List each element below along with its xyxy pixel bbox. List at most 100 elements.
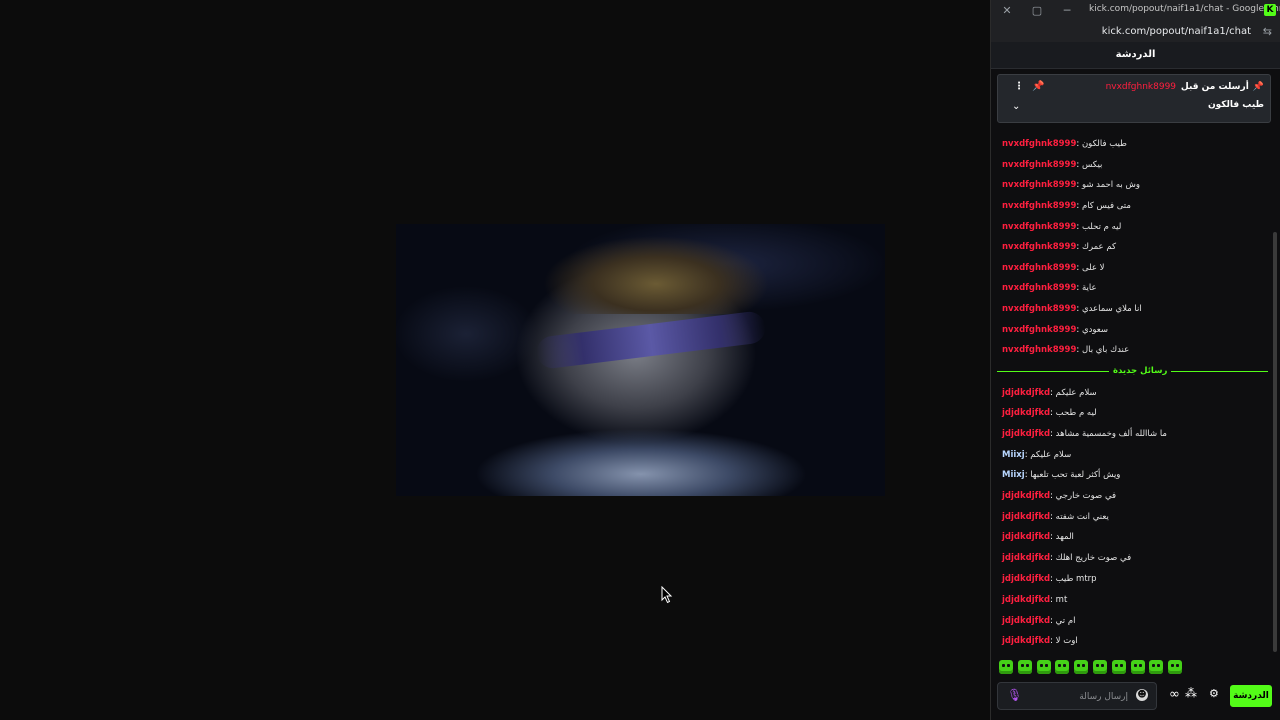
maximize-icon[interactable]: ▢ — [1029, 3, 1045, 19]
chat-message-text: ما شاالله ألف وخمسمية مشاهد — [1055, 429, 1167, 439]
emote-eye — [1077, 664, 1081, 667]
chat-username[interactable]: nvxdfghnk8999 — [1002, 345, 1076, 355]
chat-username[interactable]: nvxdfghnk8999 — [1002, 283, 1076, 293]
chat-username[interactable]: jdjdkdjfkd — [1002, 574, 1050, 584]
chat-username[interactable]: jdjdkdjfkd — [1002, 408, 1050, 418]
chat-username[interactable]: jdjdkdjfkd — [1002, 388, 1050, 398]
desktop-background — [0, 0, 990, 720]
pinned-username[interactable]: nvxdfghnk8999 — [1106, 82, 1176, 92]
emote-icon[interactable] — [1130, 660, 1145, 674]
emote-eye — [1176, 664, 1180, 667]
chat-message-text: سلام عليكم — [1030, 450, 1072, 460]
emote-eye — [1039, 664, 1043, 667]
pinned-message[interactable]: 📌أرسلت من قبل nvxdfghnk8999 طيب فالكون 📌… — [997, 74, 1271, 123]
emote-icon[interactable] — [1055, 660, 1070, 674]
message-input-box: 🎙 ☻ — [997, 682, 1157, 710]
chat-username[interactable]: nvxdfghnk8999 — [1002, 304, 1076, 314]
more-options-icon[interactable]: ⋮ — [1014, 81, 1024, 92]
chat-message: nvxdfghnk8999: وش به احمد شو — [1002, 175, 1140, 195]
chat-username[interactable]: nvxdfghnk8999 — [1002, 263, 1076, 273]
chat-message: nvxdfghnk8999: عاية — [1002, 278, 1097, 298]
artwork-hair-layer — [516, 224, 796, 314]
chat-username[interactable]: nvxdfghnk8999 — [1002, 201, 1076, 211]
emote-eye — [1101, 664, 1104, 667]
chat-message-text: اوت لا — [1055, 636, 1078, 646]
emote-eye — [1063, 664, 1067, 667]
chat-username[interactable]: nvxdfghnk8999 — [1002, 139, 1076, 149]
emote-eye — [1119, 664, 1123, 667]
chat-message: jdjdkdjfkd: ما شاالله ألف وخمسمية مشاهد — [1002, 424, 1167, 444]
emote-icon[interactable] — [1017, 660, 1032, 674]
chat-message-text: المهد — [1055, 532, 1074, 542]
emote-icon[interactable] — [1093, 660, 1107, 674]
send-chat-button[interactable]: الدردشة — [1230, 685, 1272, 707]
close-icon[interactable]: ✕ — [999, 3, 1015, 19]
pinned-sent-by-label: أرسلت من قبل — [1180, 82, 1249, 92]
chat-message: jdjdkdjfkd: في صوت خاريج اهلك — [1002, 548, 1131, 568]
chat-message: jdjdkdjfkd: ام تي — [1002, 611, 1075, 631]
chat-username[interactable]: jdjdkdjfkd — [1002, 429, 1050, 439]
emote-eye — [1025, 664, 1029, 667]
emote-eye — [1171, 664, 1175, 667]
emote-icon[interactable] — [999, 660, 1013, 674]
emote-icon[interactable] — [1111, 660, 1126, 674]
chat-username[interactable]: jdjdkdjfkd — [1002, 636, 1050, 646]
chat-message: jdjdkdjfkd: المهد — [1002, 527, 1074, 547]
chat-username[interactable]: jdjdkdjfkd — [1002, 595, 1050, 605]
chat-username[interactable]: jdjdkdjfkd — [1002, 491, 1050, 501]
emote-icon[interactable] — [1074, 660, 1089, 674]
emote-eye — [1138, 664, 1142, 667]
chat-message: nvxdfghnk8999: طيب فالكون — [1002, 134, 1127, 154]
emote-eye — [1044, 664, 1048, 667]
emote-icon[interactable] — [1168, 660, 1183, 674]
chat-username[interactable]: nvxdfghnk8999 — [1002, 222, 1076, 232]
artwork-image — [396, 224, 885, 496]
chat-message-text: سعودي — [1081, 325, 1108, 335]
chat-username[interactable]: jdjdkdjfkd — [1002, 512, 1050, 522]
emoji-icon[interactable]: ☻ — [1136, 689, 1148, 701]
address-bar: kick.com/popout/naif1a1/chat ⇆ — [991, 22, 1280, 42]
chat-scrollbar[interactable] — [1273, 232, 1277, 652]
chat-message-text: متى فيس كام — [1081, 201, 1131, 211]
pinned-message-header: 📌أرسلت من قبل nvxdfghnk8999 — [1106, 82, 1264, 92]
chat-title: الدردشة — [1115, 49, 1156, 60]
pinned-message-text: طيب فالكون — [1207, 100, 1264, 110]
chat-username[interactable]: jdjdkdjfkd — [1002, 553, 1050, 563]
chat-message: nvxdfghnk8999: ليه م تحلب — [1002, 217, 1121, 237]
chat-username[interactable]: jdjdkdjfkd — [1002, 532, 1050, 542]
chat-username[interactable]: nvxdfghnk8999 — [1002, 242, 1076, 252]
emote-eye — [1133, 664, 1137, 667]
chat-username[interactable]: nvxdfghnk8999 — [1002, 325, 1076, 335]
chat-message: nvxdfghnk8999: بيكس — [1002, 155, 1102, 175]
microphone-icon[interactable]: 🎙 — [1007, 688, 1022, 702]
minimize-icon[interactable]: ─ — [1059, 3, 1075, 19]
emote-icon[interactable] — [1036, 660, 1051, 674]
chat-message-text: طيب mtrp — [1055, 574, 1097, 584]
chat-popup-window: ✕ ▢ ─ kick.com/popout/naif1a1/chat - Goo… — [990, 0, 1280, 720]
gear-icon[interactable]: ⚙ — [1209, 687, 1219, 700]
chat-username[interactable]: nvxdfghnk8999 — [1002, 180, 1076, 190]
chat-message: nvxdfghnk8999: سعودي — [1002, 320, 1108, 340]
url-text[interactable]: kick.com/popout/naif1a1/chat — [1102, 26, 1251, 37]
chat-username[interactable]: nvxdfghnk8999 — [1002, 160, 1076, 170]
unpin-icon[interactable]: 📌 — [1032, 81, 1044, 92]
chat-message: nvxdfghnk8999: عندك باي بال — [1002, 340, 1129, 360]
chat-message-text: وش به احمد شو — [1081, 180, 1140, 190]
chat-username[interactable]: Miixj — [1002, 450, 1025, 460]
chat-username[interactable]: Miixj — [1002, 470, 1025, 480]
emote-eye — [1020, 664, 1024, 667]
chat-message: jdjdkdjfkd: ليه م طحب — [1002, 403, 1097, 423]
chevron-down-icon[interactable]: ⌄ — [1012, 101, 1020, 112]
chat-message-text: ليه م طحب — [1055, 408, 1097, 418]
chat-message-text: لا على — [1081, 263, 1105, 273]
new-messages-label: رسائل جديدة — [1109, 364, 1172, 378]
emote-icon[interactable] — [1149, 660, 1164, 674]
message-input[interactable] — [1026, 688, 1130, 706]
site-settings-icon[interactable]: ⇆ — [1263, 25, 1272, 38]
infinity-icon[interactable]: ∞ — [1169, 687, 1180, 702]
mouse-cursor-icon — [661, 586, 673, 604]
emote-eye — [1114, 664, 1118, 667]
kick-points-icon[interactable]: ⁂ — [1185, 686, 1197, 700]
chat-username[interactable]: jdjdkdjfkd — [1002, 616, 1050, 626]
chat-message-text: كم عمرك — [1081, 242, 1117, 252]
